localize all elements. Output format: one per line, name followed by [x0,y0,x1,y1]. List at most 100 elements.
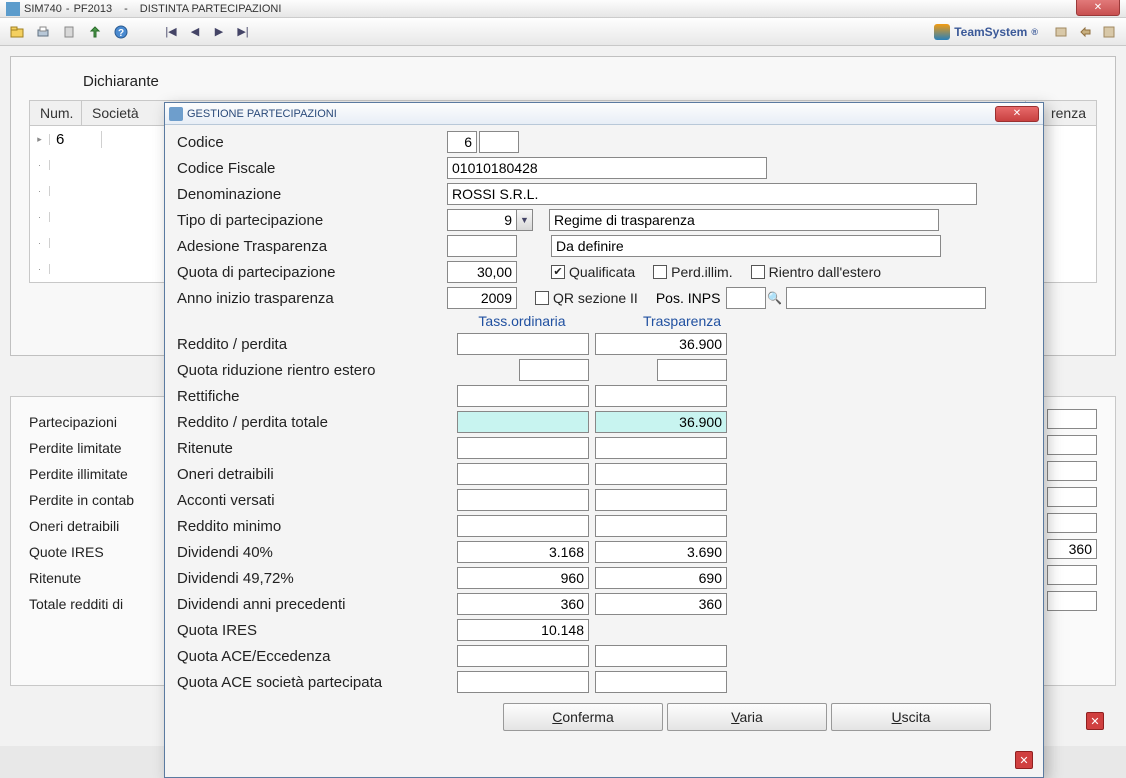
data-row: Quota IRES [177,617,1031,643]
label-tipo-partecipazione: Tipo di partecipazione [177,212,447,229]
ord-input[interactable] [457,489,589,511]
dialog-button-row: Conferma Varia Uscita [177,703,1031,731]
ord-input[interactable] [457,437,589,459]
print-button[interactable] [32,21,54,43]
trasp-input[interactable] [595,541,727,563]
row-label: Quota ACE/Eccedenza [177,648,457,665]
perd-illim-checkbox[interactable]: Perd.illim. [653,264,732,280]
summary-field[interactable] [1047,435,1097,455]
col-trasparenza: Trasparenza [617,313,747,329]
dialog-bottom-close-icon[interactable]: ✕ [1015,751,1033,769]
right-btn-2[interactable] [1074,21,1096,43]
ord-input[interactable] [457,645,589,667]
row-label: Quota riduzione rientro estero [177,362,457,379]
codice-input[interactable] [447,131,477,153]
brand-mark: ® [1031,27,1038,37]
data-row: Quota ACE/Eccedenza [177,643,1031,669]
adesione-input[interactable] [447,235,517,257]
gestione-partecipazioni-dialog: GESTIONE PARTECIPAZIONI ✕ Codice Codice … [164,102,1044,778]
conferma-button[interactable]: Conferma [503,703,663,731]
tipo-partecipazione-dropdown[interactable]: ▼ [517,209,533,231]
trasp-input[interactable] [595,515,727,537]
bg-close-icon[interactable]: ✕ [1086,712,1104,730]
row-label: Quota ACE società partecipata [177,674,457,691]
label-quota: Quota di partecipazione [177,264,447,281]
dialog-titlebar: GESTIONE PARTECIPAZIONI ✕ [165,103,1043,125]
uscita-button[interactable]: Uscita [831,703,991,731]
dialog-close-button[interactable]: ✕ [995,106,1039,122]
title-module: DISTINTA PARTECIPAZIONI [140,3,282,15]
label-pos-inps: Pos. INPS [656,290,721,306]
trasp-input[interactable] [595,671,727,693]
data-row: Dividendi 40% [177,539,1031,565]
trasp-input[interactable] [595,489,727,511]
trasp-input[interactable] [595,645,727,667]
summary-field[interactable] [1047,461,1097,481]
trasp-input[interactable] [595,437,727,459]
ord-input[interactable] [519,359,589,381]
main-toolbar: ? |◀ ◀ ▶ ▶| TeamSystem® [0,18,1126,46]
ord-input[interactable] [457,671,589,693]
varia-button[interactable]: Varia [667,703,827,731]
data-row: Acconti versati [177,487,1031,513]
search-icon[interactable]: 🔍 [766,290,782,306]
row-label: Acconti versati [177,492,457,509]
help-button[interactable]: ? [110,21,132,43]
ord-input[interactable] [457,411,589,433]
nav-next-button[interactable]: ▶ [208,21,230,43]
bg-dichiarante-label: Dichiarante [83,73,1097,90]
ord-input[interactable] [457,385,589,407]
rientro-estero-checkbox[interactable]: Rientro dall'estero [751,264,881,280]
data-row: Quota ACE società partecipata [177,669,1031,695]
nav-last-button[interactable]: ▶| [232,21,254,43]
quota-input[interactable] [447,261,517,283]
app-titlebar: SIM740 - PF2013 - DISTINTA PARTECIPAZION… [0,0,1126,18]
trasp-input[interactable] [595,333,727,355]
summary-field[interactable] [1047,513,1097,533]
ord-input[interactable] [457,567,589,589]
window-close-button[interactable]: ✕ [1076,0,1120,16]
clipboard-button[interactable] [58,21,80,43]
trasp-input[interactable] [657,359,727,381]
ord-input[interactable] [457,541,589,563]
open-button[interactable] [6,21,28,43]
trasp-input[interactable] [595,385,727,407]
summary-field[interactable] [1047,565,1097,585]
pos-inps-input[interactable] [726,287,766,309]
title-app: SIM740 [24,3,62,15]
summary-field[interactable] [1047,487,1097,507]
col-ordinaria: Tass.ordinaria [457,313,587,329]
ord-input[interactable] [457,619,589,641]
trasp-input[interactable] [595,411,727,433]
nav-prev-button[interactable]: ◀ [184,21,206,43]
summary-field[interactable] [1047,591,1097,611]
row-label: Dividendi 40% [177,544,457,561]
nav-first-button[interactable]: |◀ [160,21,182,43]
trasp-input[interactable] [595,567,727,589]
qr-sezione-checkbox[interactable]: QR sezione II [535,290,638,306]
trasp-input[interactable] [595,463,727,485]
summary-field[interactable] [1047,409,1097,429]
export-button[interactable] [84,21,106,43]
right-btn-3[interactable] [1098,21,1120,43]
trasp-input[interactable] [595,593,727,615]
codice-fiscale-input[interactable] [447,157,767,179]
data-row: Reddito / perdita totale [177,409,1031,435]
ord-input[interactable] [457,593,589,615]
tipo-partecipazione-input[interactable] [447,209,517,231]
right-btn-1[interactable] [1050,21,1072,43]
ord-input[interactable] [457,333,589,355]
codice-ext-input[interactable] [479,131,519,153]
anno-input[interactable] [447,287,517,309]
label-adesione: Adesione Trasparenza [177,238,447,255]
dialog-icon [169,107,183,121]
ord-input[interactable] [457,515,589,537]
data-row: Ritenute [177,435,1031,461]
pos-inps-desc [786,287,986,309]
qualificata-checkbox[interactable]: Qualificata [551,264,635,280]
data-row: Oneri detraibili [177,461,1031,487]
denominazione-input[interactable] [447,183,977,205]
record-nav: |◀ ◀ ▶ ▶| [160,21,254,43]
summary-field[interactable] [1047,539,1097,559]
ord-input[interactable] [457,463,589,485]
